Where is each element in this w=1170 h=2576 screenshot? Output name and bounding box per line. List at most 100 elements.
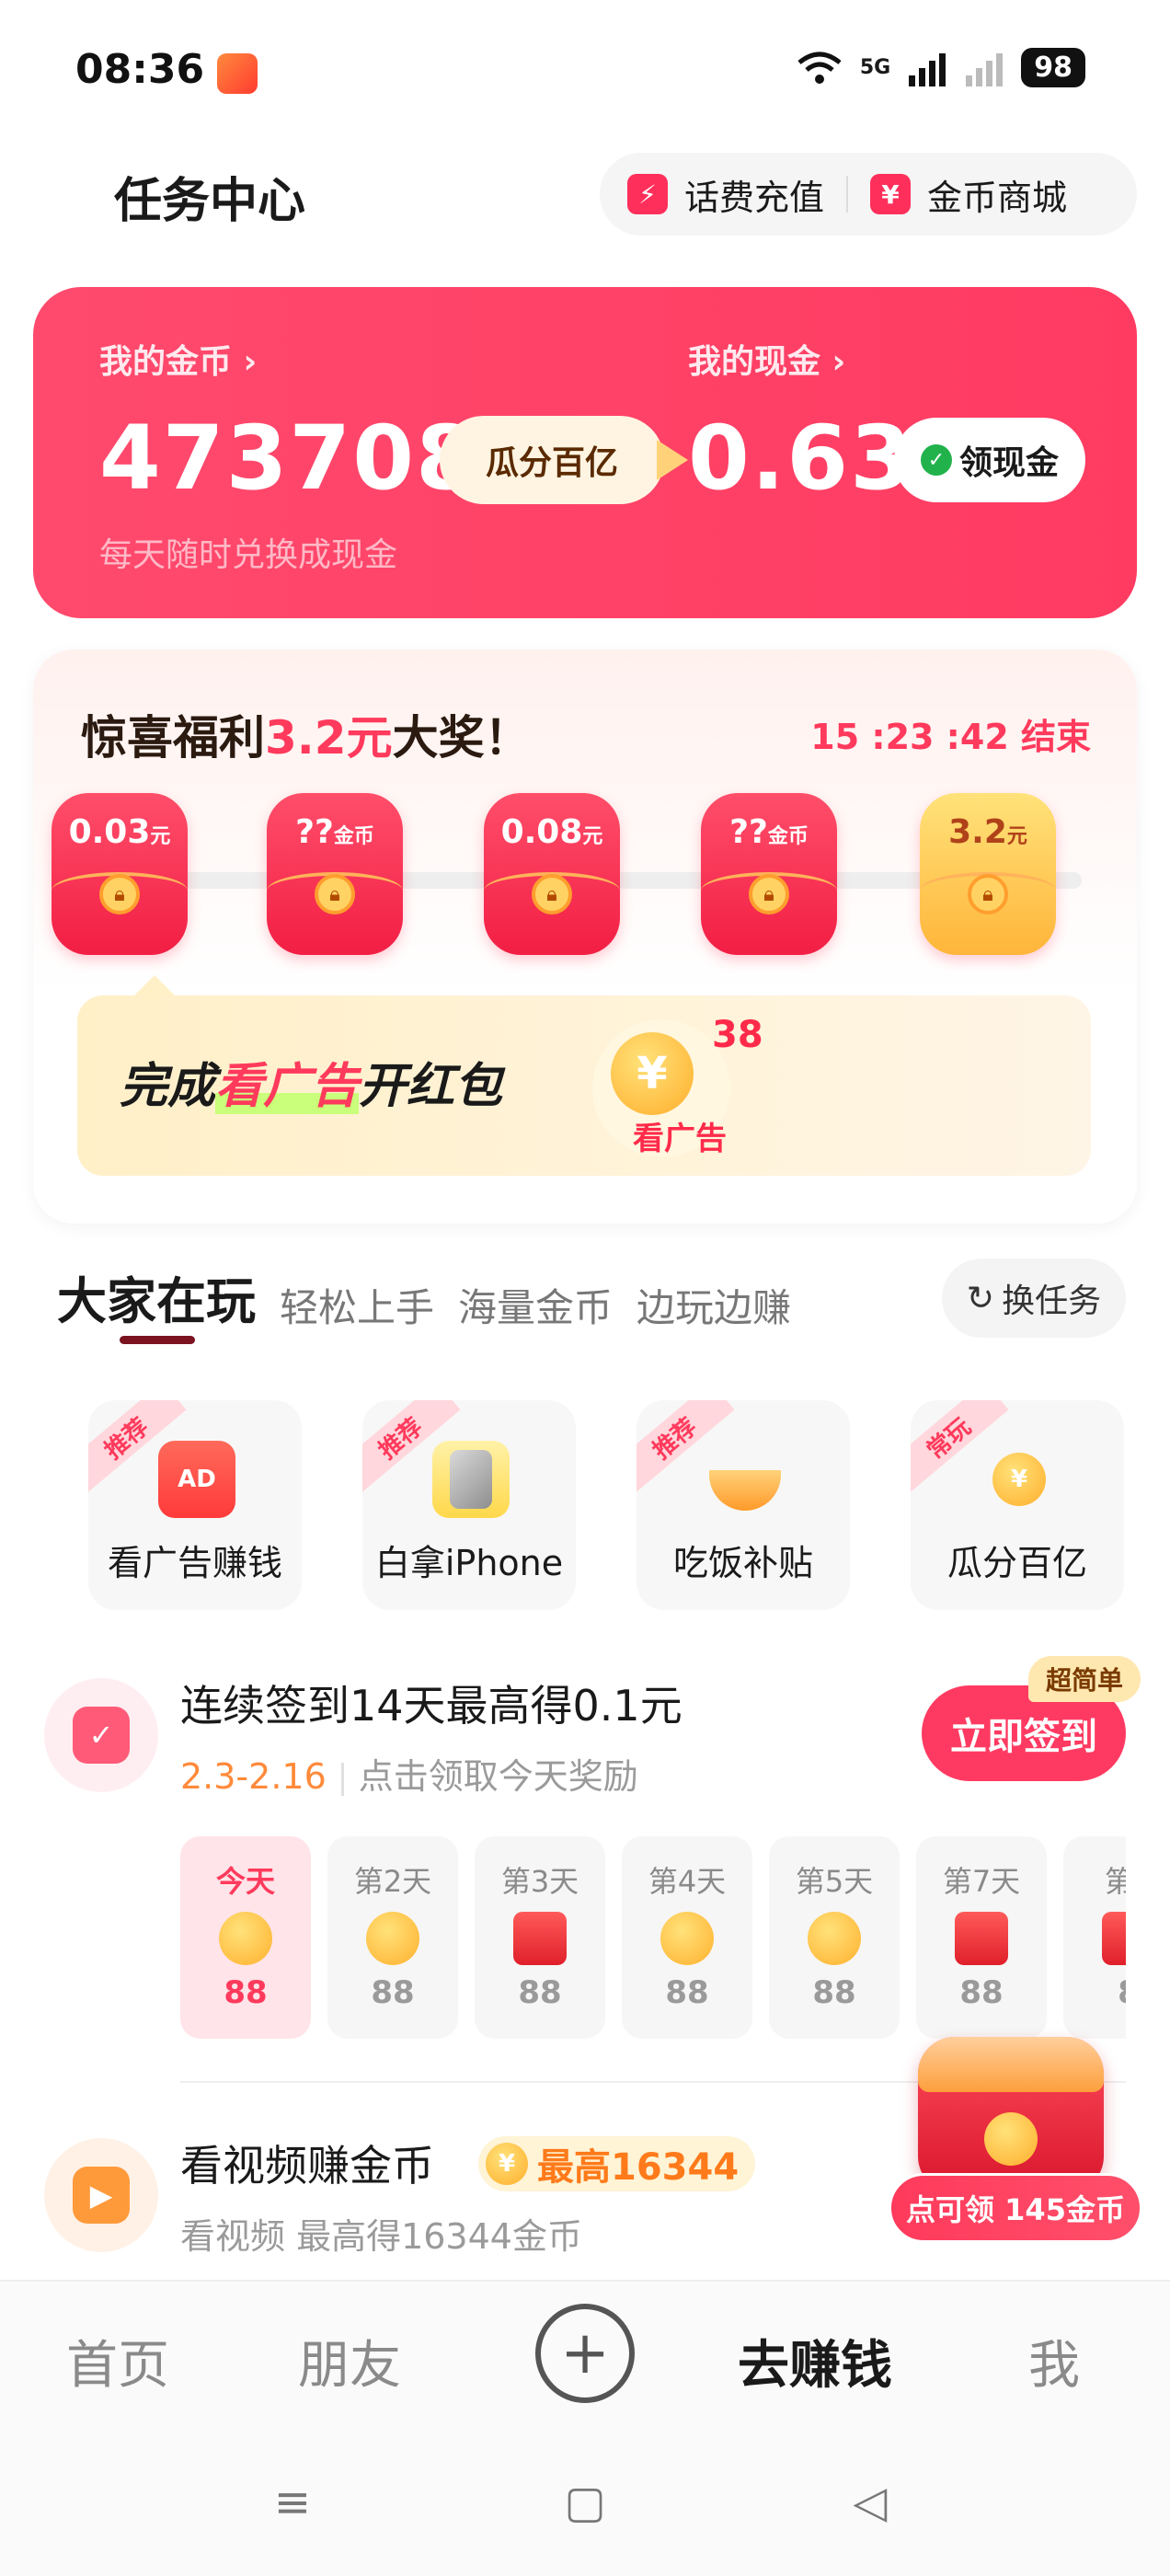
checkin-days-strip[interactable]: 今天 88 第2天 88 第3天 88 第4天 88 第5天 88 第7天 88… — [180, 1836, 1126, 2039]
wallet-card: 我的金币 › 473708 瓜分百亿 我的现金 › 0.63 ✓ 领现金 每天随… — [33, 287, 1137, 618]
envelope-label: ??金币 — [295, 813, 374, 851]
envelope-label: 3.2元 — [948, 813, 1027, 851]
max-reward-chip: ¥ 最高16344 — [478, 2136, 756, 2191]
nav-home[interactable]: 首页 — [66, 2324, 169, 2398]
max-reward-label: 最高16344 — [537, 2146, 740, 2189]
app-notification-icon — [217, 53, 258, 94]
tab-easy-start[interactable]: 轻松上手 — [280, 1277, 434, 1333]
checkin-day[interactable]: 今天 88 — [180, 1836, 311, 2039]
lock-icon: 🔒︎ — [968, 874, 1008, 914]
day-reward: 88 — [371, 1974, 415, 2011]
battery-indicator: 98 — [1021, 48, 1085, 87]
checkin-title: 连续签到14天最高得0.1元 — [180, 1681, 682, 1731]
back-triangle-icon[interactable]: ◁ — [848, 2477, 892, 2528]
treasure-chest-icon[interactable] — [918, 2037, 1104, 2193]
watch-ad-slogan: 完成看广告开红包 — [120, 1047, 502, 1116]
day-reward: 88 — [812, 1974, 856, 2011]
lightning-icon: ⚡ — [627, 174, 668, 214]
phone-recharge-button[interactable]: ⚡ 话费充值 — [627, 169, 824, 220]
switch-task-button[interactable]: ↻ 换任务 — [942, 1259, 1126, 1338]
video-task-title: 看视频赚金币 — [180, 2141, 434, 2191]
tab-play-and-earn[interactable]: 边玩边赚 — [637, 1277, 791, 1333]
checkin-day[interactable]: 第4天 88 — [622, 1836, 752, 2039]
nav-friends[interactable]: 朋友 — [298, 2324, 401, 2398]
entry-label: 看广告赚钱 — [107, 1543, 282, 1583]
watch-ad-banner[interactable]: 完成看广告开红包 ¥ 38 看广告 — [77, 975, 1091, 1176]
day-reward: 88 — [959, 1974, 1004, 2011]
bottom-nav: 首页 朋友 + 去赚钱 我 — [0, 2280, 1170, 2436]
day-reward: 88 — [224, 1974, 268, 2011]
checkin-subtitle: 2.3-2.16 点击领取今天奖励 — [180, 1748, 638, 1799]
slogan-highlight: 看广告 — [215, 1059, 360, 1114]
nav-me[interactable]: 我 — [1028, 2324, 1080, 2398]
coin-stack-icon — [808, 1912, 861, 1965]
checkin-hint: 点击领取今天奖励 — [358, 1756, 638, 1797]
entry-free-iphone[interactable]: 推荐 白拿iPhone — [362, 1400, 576, 1610]
signal-icon — [909, 52, 946, 86]
status-time: 08:36 — [75, 46, 205, 93]
watch-ad-count: 38 — [712, 1014, 763, 1056]
entry-meal-subsidy[interactable]: 推荐 吃饭补贴 — [637, 1400, 850, 1610]
envelope-label: ??金币 — [729, 813, 809, 851]
red-envelope-1[interactable]: 0.03元 🔒︎ — [52, 793, 188, 955]
coin-mall-label: 金币商城 — [927, 177, 1068, 218]
cash-value: 0.63 — [688, 407, 913, 510]
checkin-day[interactable]: 第7天 88 — [916, 1836, 1047, 2039]
day-label: 第1 — [1104, 1864, 1126, 1899]
withdraw-cash-button[interactable]: ✓ 领现金 — [894, 418, 1085, 502]
envelope-label: 0.03元 — [68, 813, 171, 851]
coin-icon: ¥ — [486, 2143, 528, 2185]
calendar-icon: ✓ — [73, 1707, 130, 1764]
entry-share-billions[interactable]: 常玩 ¥ 瓜分百亿 — [911, 1400, 1124, 1610]
switch-task-label: 换任务 — [1002, 1282, 1102, 1320]
red-envelope-3[interactable]: 0.08元 🔒︎ — [484, 793, 620, 955]
day-reward: 8 — [1063, 1974, 1126, 2011]
entry-label: 白拿iPhone — [374, 1543, 564, 1583]
hand-coin-icon: ¥ — [981, 1441, 1058, 1518]
gift-box-icon — [1102, 1912, 1126, 1965]
watch-ad-button[interactable]: 看广告 — [633, 1113, 727, 1158]
checkin-day[interactable]: 第1 8 — [1063, 1836, 1126, 2039]
system-nav-bar: ≡ ▢ ◁ — [0, 2436, 1170, 2576]
home-square-icon[interactable]: ▢ — [563, 2477, 607, 2528]
red-envelope-2[interactable]: ??金币 🔒︎ — [267, 793, 403, 955]
video-camera-icon: ▶ — [73, 2167, 130, 2224]
day-label: 第3天 — [500, 1864, 579, 1899]
slogan-part2: 开红包 — [359, 1059, 503, 1114]
menu-icon[interactable]: ≡ — [270, 2477, 315, 2528]
checkin-day[interactable]: 第5天 88 — [769, 1836, 900, 2039]
slogan-part1: 完成 — [120, 1059, 216, 1114]
claim-coins-button[interactable]: 点可领 145金币 — [889, 2173, 1142, 2243]
day-label: 第5天 — [795, 1864, 874, 1899]
nav-earn[interactable]: 去赚钱 — [738, 2324, 892, 2398]
header-actions: ⚡ 话费充值 ¥ 金币商城 — [600, 153, 1137, 236]
pill-divider — [846, 176, 849, 213]
red-envelope-4[interactable]: ??金币 🔒︎ — [701, 793, 837, 955]
lock-icon: 🔒︎ — [315, 874, 355, 914]
entry-watch-ads[interactable]: 推荐 AD 看广告赚钱 — [88, 1400, 302, 1610]
day-label: 第4天 — [648, 1864, 727, 1899]
coin-stack-icon — [660, 1912, 714, 1965]
phone-recharge-label: 话费充值 — [684, 177, 825, 218]
checkin-date-range: 2.3-2.16 — [180, 1756, 327, 1797]
checkin-day[interactable]: 第3天 88 — [475, 1836, 605, 2039]
my-coins-link[interactable]: 我的金币 › — [99, 335, 257, 383]
wallet-subtext: 每天随时兑换成现金 — [99, 536, 398, 574]
coin-stack-icon — [219, 1912, 272, 1965]
lock-icon: 🔒︎ — [532, 874, 572, 914]
share-billions-button[interactable]: 瓜分百亿 — [440, 416, 688, 504]
checkin-day[interactable]: 第2天 88 — [327, 1836, 458, 2039]
tab-everyone-playing[interactable]: 大家在玩 — [57, 1260, 256, 1344]
check-icon: ✓ — [920, 444, 952, 476]
chest-lid — [918, 2037, 1104, 2092]
surprise-title-suffix: 大奖！ — [392, 711, 531, 765]
super-easy-badge: 超简单 — [1028, 1656, 1141, 1702]
coin-mall-button[interactable]: ¥ 金币商城 — [870, 169, 1067, 220]
tab-massive-coins[interactable]: 海量金币 — [458, 1277, 613, 1333]
nav-create-plus-button[interactable]: + — [535, 2304, 635, 2403]
coin-shape: ¥ — [992, 1453, 1046, 1506]
day-reward: 88 — [518, 1974, 562, 2011]
entry-label: 瓜分百亿 — [946, 1543, 1087, 1583]
my-cash-link[interactable]: 我的现金 › — [688, 335, 845, 383]
gold-envelope-grand-prize[interactable]: 3.2元 🔒︎ — [920, 793, 1056, 955]
